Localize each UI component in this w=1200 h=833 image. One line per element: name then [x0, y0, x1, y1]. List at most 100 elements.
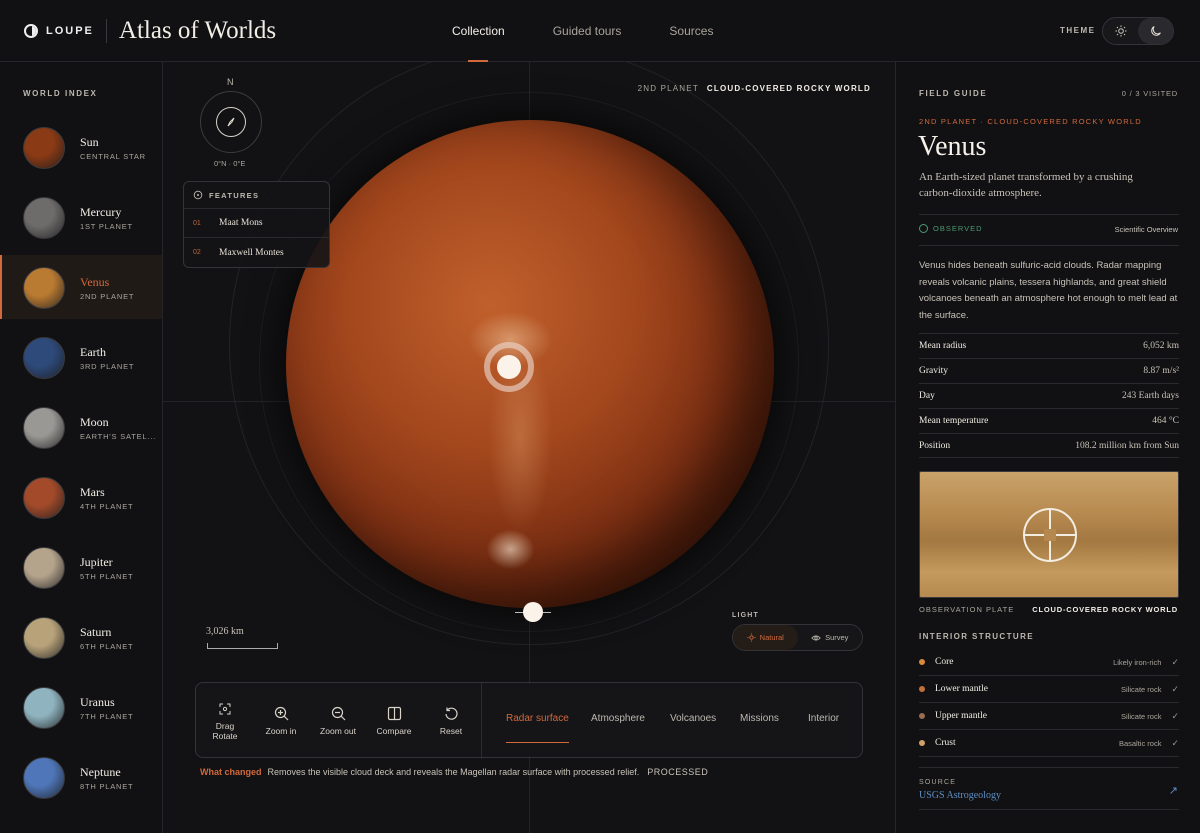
- fact-value: 108.2 million km from Sun: [1075, 440, 1179, 451]
- interior-layer-row[interactable]: Lower mantle Silicate rock ✓: [919, 676, 1179, 703]
- world-item-jupiter[interactable]: Jupiter 5TH PLANET: [0, 535, 162, 599]
- sun-icon: [1115, 25, 1126, 37]
- interior-layer-row[interactable]: Upper mantle Silicate rock ✓: [919, 703, 1179, 730]
- layer-tab-volcanoes[interactable]: Volcanoes: [670, 713, 716, 724]
- light-mode-toggle[interactable]: Natural Survey: [732, 624, 863, 651]
- external-link-icon[interactable]: ↗: [1169, 784, 1178, 797]
- observation-plate-image[interactable]: [919, 471, 1179, 598]
- planet-thumbnail: [23, 477, 65, 519]
- app-title: Atlas of Worlds: [118, 17, 277, 44]
- zoom-out-button[interactable]: Zoom out: [317, 683, 359, 759]
- light-direction-handle[interactable]: [523, 602, 543, 622]
- theme-light-button[interactable]: [1103, 18, 1138, 44]
- layer-composition: Silicate rock: [1121, 684, 1162, 694]
- world-item-uranus[interactable]: Uranus 7TH PLANET: [0, 675, 162, 739]
- target-icon: [193, 190, 203, 200]
- features-header: FEATURES: [184, 182, 329, 209]
- light-survey-button[interactable]: Survey: [798, 625, 863, 650]
- nav-guided-tours[interactable]: Guided tours: [553, 0, 622, 62]
- world-item-earth[interactable]: Earth 3RD PLANET: [0, 325, 162, 389]
- overview-link[interactable]: Scientific Overview: [1115, 225, 1178, 234]
- layer-tab-radar-surface[interactable]: Radar surface: [506, 713, 569, 743]
- features-panel: FEATURES 01 Maat Mons 02 Maxwell Montes: [183, 181, 330, 268]
- world-subtitle: CENTRAL STAR: [80, 152, 146, 161]
- location-marker[interactable]: [497, 355, 521, 379]
- fact-key: Gravity: [919, 366, 949, 376]
- fact-row: Gravity 8.87 m/s²: [919, 358, 1179, 383]
- layer-color-dot: [919, 713, 925, 719]
- planet-thumbnail: [23, 267, 65, 309]
- planet-thumbnail: [23, 337, 65, 379]
- planet-thumbnail: [23, 687, 65, 729]
- interior-layer-row[interactable]: Crust Basaltic rock ✓: [919, 730, 1179, 757]
- world-name: Moon: [80, 415, 109, 429]
- reset-icon: [444, 707, 458, 720]
- main-nav: Collection Guided tours Sources: [452, 0, 761, 62]
- world-item-venus[interactable]: Venus 2ND PLANET: [0, 255, 162, 319]
- observed-status: OBSERVED: [919, 224, 983, 233]
- light-survey-label: Survey: [825, 633, 849, 642]
- source-link[interactable]: USGS Astrogeology: [919, 790, 1001, 801]
- source-label: SOURCE: [919, 779, 957, 786]
- planet-thumbnail: [23, 547, 65, 589]
- zoom-in-button[interactable]: Zoom in: [262, 683, 300, 759]
- globe-viewport[interactable]: N 0°N · 0°E FEATURES 01 Maat Mons 02 Max…: [163, 62, 895, 833]
- interior-layer-row[interactable]: Core Likely iron-rich ✓: [919, 649, 1179, 676]
- layer-name: Upper mantle: [935, 711, 987, 721]
- check-icon: ✓: [1171, 710, 1179, 721]
- layer-name: Core: [935, 657, 954, 667]
- fact-row: Day 243 Earth days: [919, 383, 1179, 408]
- scale-bar: [207, 643, 278, 649]
- subject-class: CLOUD-COVERED ROCKY WORLD: [706, 84, 871, 93]
- light-label: LIGHT: [732, 612, 759, 619]
- compass[interactable]: [200, 91, 262, 153]
- coordinates-readout: 0°N · 0°E: [214, 159, 246, 168]
- drag-rotate-button[interactable]: Drag Rotate: [208, 683, 242, 759]
- world-item-sun[interactable]: Sun CENTRAL STAR: [0, 115, 162, 179]
- layer-tab-missions[interactable]: Missions: [740, 713, 779, 724]
- brand-divider: [105, 19, 107, 43]
- zoom-out-label: Zoom out: [320, 726, 356, 736]
- light-natural-button[interactable]: Natural: [733, 625, 798, 650]
- theme-dark-button[interactable]: [1138, 18, 1173, 44]
- nav-collection[interactable]: Collection: [452, 0, 505, 62]
- feature-item[interactable]: 02 Maxwell Montes: [184, 238, 329, 267]
- fact-key: Mean temperature: [919, 416, 989, 426]
- world-item-mars[interactable]: Mars 4TH PLANET: [0, 465, 162, 529]
- world-item-moon[interactable]: Moon EARTH'S SATEL...: [0, 395, 162, 459]
- fact-value: 464 °C: [1152, 416, 1179, 426]
- top-bar: LOUPE Atlas of Worlds Collection Guided …: [0, 0, 1200, 62]
- planet-kicker: 2ND PLANET · CLOUD-COVERED ROCKY WORLD: [919, 117, 1142, 126]
- compare-button[interactable]: Compare: [374, 683, 414, 759]
- layer-tab-interior[interactable]: Interior: [808, 713, 839, 724]
- check-icon: ✓: [1171, 737, 1179, 748]
- world-subtitle: 5TH PLANET: [80, 572, 134, 581]
- change-note: What changed Removes the visible cloud de…: [200, 767, 708, 777]
- world-item-mercury[interactable]: Mercury 1ST PLANET: [0, 185, 162, 249]
- world-name: Jupiter: [80, 555, 113, 569]
- eye-icon: [811, 635, 821, 640]
- feature-item[interactable]: 01 Maat Mons: [184, 209, 329, 238]
- world-name: Earth: [80, 345, 106, 359]
- theme-toggle[interactable]: [1102, 17, 1174, 45]
- fact-row: Position 108.2 million km from Sun: [919, 433, 1179, 458]
- world-item-neptune[interactable]: Neptune 8TH PLANET: [0, 745, 162, 809]
- loupe-logo-icon: [24, 24, 38, 38]
- world-subtitle: 6TH PLANET: [80, 642, 134, 651]
- fact-row: Mean radius 6,052 km: [919, 333, 1179, 358]
- layer-tab-atmosphere[interactable]: Atmosphere: [591, 713, 645, 724]
- world-item-saturn[interactable]: Saturn 6TH PLANET: [0, 605, 162, 669]
- feature-name: Maxwell Montes: [219, 247, 284, 258]
- planet-description: Venus hides beneath sulfuric-acid clouds…: [919, 260, 1178, 321]
- light-natural-label: Natural: [759, 633, 784, 642]
- compass-north-label: N: [227, 77, 234, 87]
- nav-sources[interactable]: Sources: [669, 0, 713, 62]
- world-subtitle: 7TH PLANET: [80, 712, 134, 721]
- planet-thumbnail: [23, 617, 65, 659]
- world-name: Mars: [80, 485, 105, 499]
- layer-color-dot: [919, 686, 925, 692]
- brand[interactable]: LOUPE Atlas of Worlds: [24, 17, 277, 44]
- divider: [919, 767, 1179, 768]
- scale-label: 3,026 km: [206, 626, 244, 637]
- reset-button[interactable]: Reset: [436, 683, 466, 759]
